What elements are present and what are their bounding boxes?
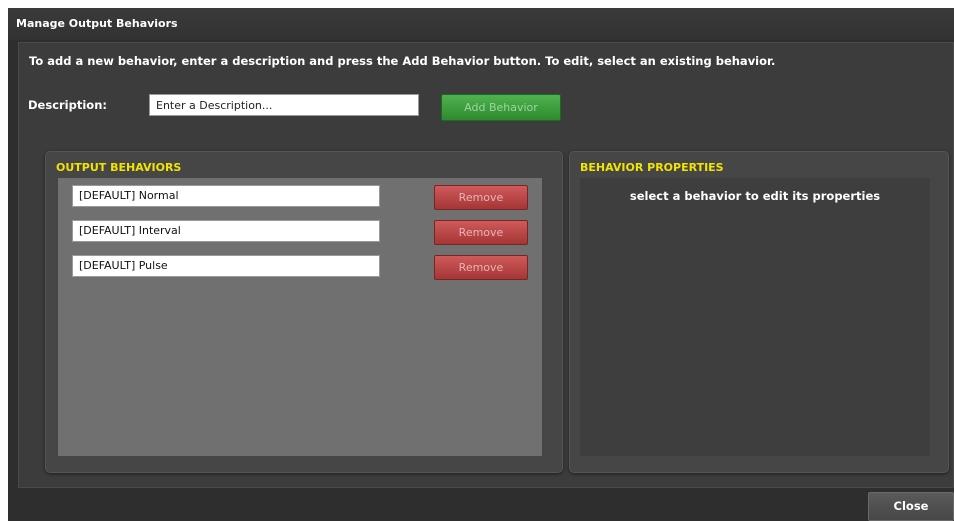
- behavior-properties-title: BEHAVIOR PROPERTIES: [580, 161, 724, 174]
- output-behaviors-list: [DEFAULT] Normal Remove [DEFAULT] Interv…: [58, 178, 542, 456]
- close-button[interactable]: Close: [868, 492, 954, 521]
- behavior-properties-body: select a behavior to edit its properties: [580, 178, 930, 456]
- behavior-name-field[interactable]: [DEFAULT] Interval: [72, 220, 380, 242]
- behavior-name-field[interactable]: [DEFAULT] Pulse: [72, 255, 380, 277]
- behavior-name-field[interactable]: [DEFAULT] Normal: [72, 185, 380, 207]
- description-label: Description:: [28, 98, 107, 112]
- description-input[interactable]: [149, 94, 419, 116]
- dialog-titlebar[interactable]: Manage Output Behaviors: [8, 8, 954, 40]
- instructions-text: To add a new behavior, enter a descripti…: [29, 54, 776, 68]
- remove-behavior-button[interactable]: Remove: [434, 255, 528, 280]
- behavior-properties-panel: BEHAVIOR PROPERTIES select a behavior to…: [569, 151, 949, 473]
- behavior-row-normal: [DEFAULT] Normal Remove: [72, 185, 532, 210]
- behavior-row-pulse: [DEFAULT] Pulse Remove: [72, 255, 532, 280]
- add-behavior-button[interactable]: Add Behavior: [441, 94, 561, 121]
- output-behaviors-title: OUTPUT BEHAVIORS: [56, 161, 182, 174]
- remove-behavior-button[interactable]: Remove: [434, 185, 528, 210]
- dialog-title: Manage Output Behaviors: [16, 17, 178, 30]
- behavior-row-interval: [DEFAULT] Interval Remove: [72, 220, 532, 245]
- manage-output-behaviors-dialog: Manage Output Behaviors To add a new beh…: [8, 8, 954, 521]
- behavior-properties-hint: select a behavior to edit its properties: [629, 189, 881, 203]
- output-behaviors-panel: OUTPUT BEHAVIORS [DEFAULT] Normal Remove…: [45, 151, 563, 473]
- remove-behavior-button[interactable]: Remove: [434, 220, 528, 245]
- dialog-content: To add a new behavior, enter a descripti…: [18, 42, 954, 488]
